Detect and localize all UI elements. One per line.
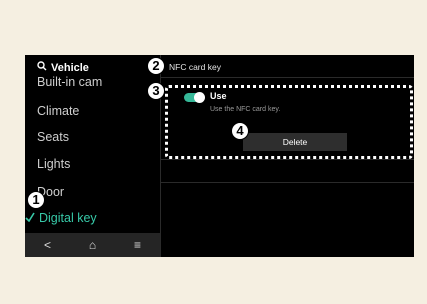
callout-3: 3 xyxy=(147,82,165,100)
sidebar-item-seats[interactable]: Seats xyxy=(37,130,69,144)
sidebar-item-climate[interactable]: Climate xyxy=(37,104,79,118)
checkmark-icon xyxy=(25,211,35,225)
callout-2: 2 xyxy=(147,57,165,75)
highlight-box xyxy=(165,85,413,159)
sidebar-header-label: Vehicle xyxy=(51,61,89,74)
menu-icon[interactable]: ≡ xyxy=(134,238,141,252)
home-icon[interactable]: ⌂ xyxy=(89,238,96,252)
sidebar-item-built-in-cam[interactable]: Built-in cam xyxy=(37,75,102,89)
sidebar-item-label: Seats xyxy=(37,130,69,144)
sidebar-item-digital-key[interactable]: Digital key xyxy=(25,211,97,225)
sidebar: Vehicle Built-in cam Climate Seats Light… xyxy=(25,55,160,257)
sidebar-header[interactable]: Vehicle xyxy=(37,61,89,74)
divider xyxy=(161,182,414,183)
search-icon xyxy=(37,61,47,74)
infotainment-screen: Vehicle Built-in cam Climate Seats Light… xyxy=(25,55,414,257)
page-title: NFC card key xyxy=(169,62,221,72)
sidebar-item-label: Climate xyxy=(37,104,80,118)
divider xyxy=(161,159,414,160)
back-icon[interactable]: < xyxy=(44,238,51,252)
callout-1: 1 xyxy=(27,191,45,209)
callout-4: 4 xyxy=(231,122,249,140)
divider xyxy=(161,77,414,78)
sidebar-item-label: Digital key xyxy=(39,211,97,225)
sidebar-item-lights[interactable]: Lights xyxy=(37,157,70,171)
nav-bar: < ⌂ ≡ xyxy=(25,233,160,257)
sidebar-item-label: Lights xyxy=(37,157,71,171)
sidebar-item-label: Built-in cam xyxy=(37,75,103,89)
